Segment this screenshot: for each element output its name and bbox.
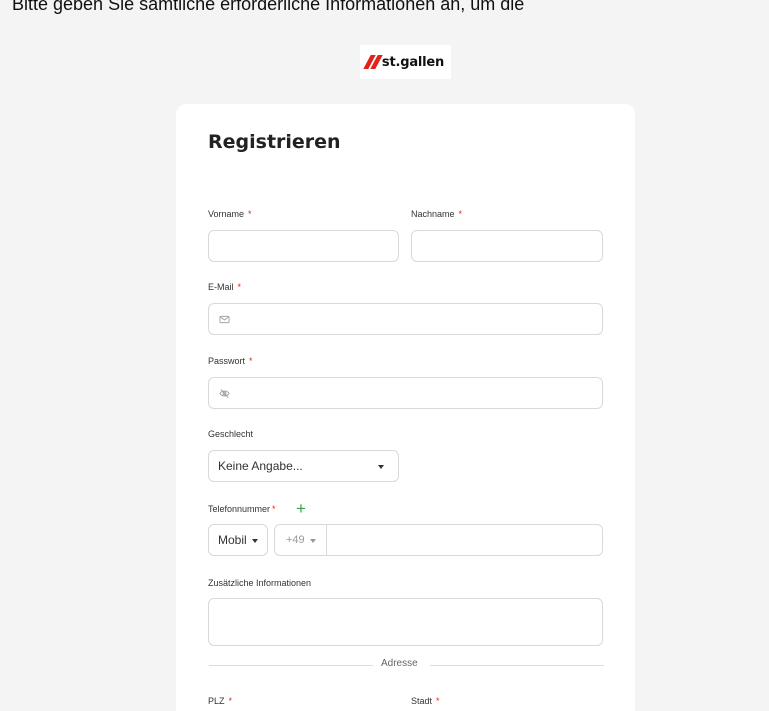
additional-info-label: Zusätzliche Informationen	[208, 578, 312, 588]
gender-label: Geschlecht	[208, 429, 254, 439]
required-marker: *	[249, 356, 253, 366]
zip-label: PLZ *	[208, 696, 233, 706]
phone-prefix-value: +49	[286, 534, 305, 546]
page: Bitte geben Sie sämtliche erforderliche …	[0, 0, 769, 711]
required-marker: *	[237, 282, 242, 292]
divider-line	[430, 665, 604, 666]
first-name-label: Vorname *	[208, 209, 252, 219]
eye-off-icon[interactable]	[219, 388, 230, 399]
caret-down-icon	[378, 465, 384, 469]
required-marker: *	[248, 209, 252, 219]
required-marker: *	[436, 696, 440, 706]
phone-type-select[interactable]: Mobil	[208, 524, 268, 556]
caret-down-icon	[310, 539, 316, 543]
logo-mark-icon	[363, 55, 383, 69]
last-name-input[interactable]	[411, 230, 603, 262]
gender-select[interactable]: Keine Angabe...	[208, 450, 399, 482]
email-input[interactable]	[208, 303, 603, 335]
address-section-title: Adresse	[381, 658, 418, 669]
additional-info-textarea[interactable]	[208, 598, 603, 646]
page-title: Registrieren	[208, 131, 341, 153]
phone-number-input[interactable]: +49	[274, 524, 603, 556]
envelope-icon	[219, 315, 230, 324]
caret-down-icon	[252, 539, 258, 543]
stgallen-logo: st.gallen	[360, 45, 451, 79]
registration-card: Registrieren Vorname * Nachname * E-Mail * …	[176, 104, 635, 711]
divider-line	[209, 665, 373, 666]
phone-label: Telefonnummer *	[208, 504, 276, 514]
logo-text: st.gallen	[381, 54, 445, 70]
gender-select-value: Keine Angabe...	[218, 459, 303, 473]
first-name-input[interactable]	[208, 230, 399, 262]
required-marker: *	[272, 504, 276, 514]
add-phone-plus-icon[interactable]: +	[296, 500, 306, 517]
required-marker: *	[228, 696, 233, 706]
required-marker: *	[458, 209, 463, 219]
password-label: Passwort *	[208, 356, 253, 366]
last-name-label: Nachname *	[411, 209, 463, 219]
password-input[interactable]	[208, 377, 603, 409]
phone-type-value: Mobil	[218, 533, 247, 547]
instruction-text: Bitte geben Sie sämtliche erforderliche …	[12, 0, 525, 14]
phone-prefix-select[interactable]: +49	[275, 525, 327, 555]
city-label: Stadt *	[411, 696, 440, 706]
email-label: E-Mail *	[208, 282, 242, 292]
